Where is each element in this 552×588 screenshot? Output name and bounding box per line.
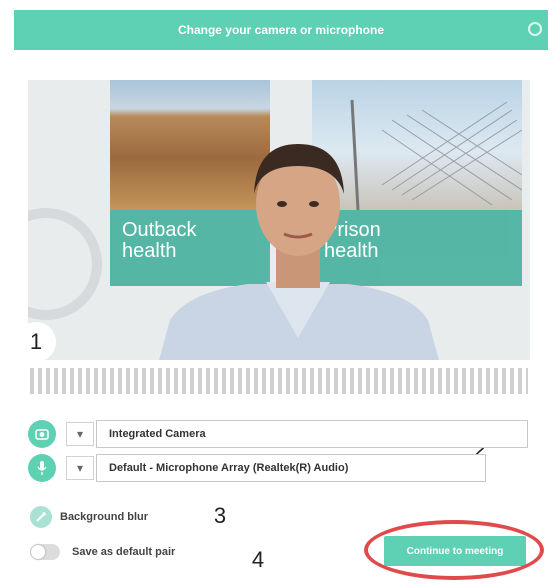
audio-level-meter (30, 368, 528, 394)
continue-to-meeting-button[interactable]: Continue to meeting (384, 536, 526, 566)
camera-select[interactable]: Integrated Camera (96, 420, 528, 448)
microphone-icon (28, 454, 56, 482)
dialog-title: Change your camera or microphone (177, 23, 385, 37)
annotation-number-1: 1 (16, 322, 56, 362)
save-default-toggle[interactable] (30, 544, 60, 560)
save-default-option: Save as default pair (30, 544, 175, 560)
camera-preview: Outback health Prison health (28, 80, 530, 360)
close-icon[interactable] (528, 22, 542, 36)
background-blur-label: Background blur (60, 511, 149, 523)
ring-light (28, 208, 102, 320)
camera-icon (28, 420, 56, 448)
microphone-row: ▾ Default - Microphone Array (Realtek(R)… (28, 454, 530, 482)
blur-icon (30, 506, 52, 528)
dialog-header: Change your camera or microphone (14, 10, 548, 50)
microphone-select[interactable]: Default - Microphone Array (Realtek(R) A… (96, 454, 486, 482)
microphone-dropdown-toggle[interactable]: ▾ (66, 456, 94, 480)
annotation-number-4: 4 (238, 540, 278, 580)
camera-dropdown-toggle[interactable]: ▾ (66, 422, 94, 446)
background-blur-option[interactable]: Background blur (30, 506, 148, 528)
toggle-knob (31, 545, 45, 559)
annotation-number-3: 3 (200, 496, 240, 536)
save-default-label: Save as default pair (72, 546, 176, 558)
person-in-video (159, 144, 439, 360)
camera-row: ▾ Integrated Camera (28, 420, 530, 448)
